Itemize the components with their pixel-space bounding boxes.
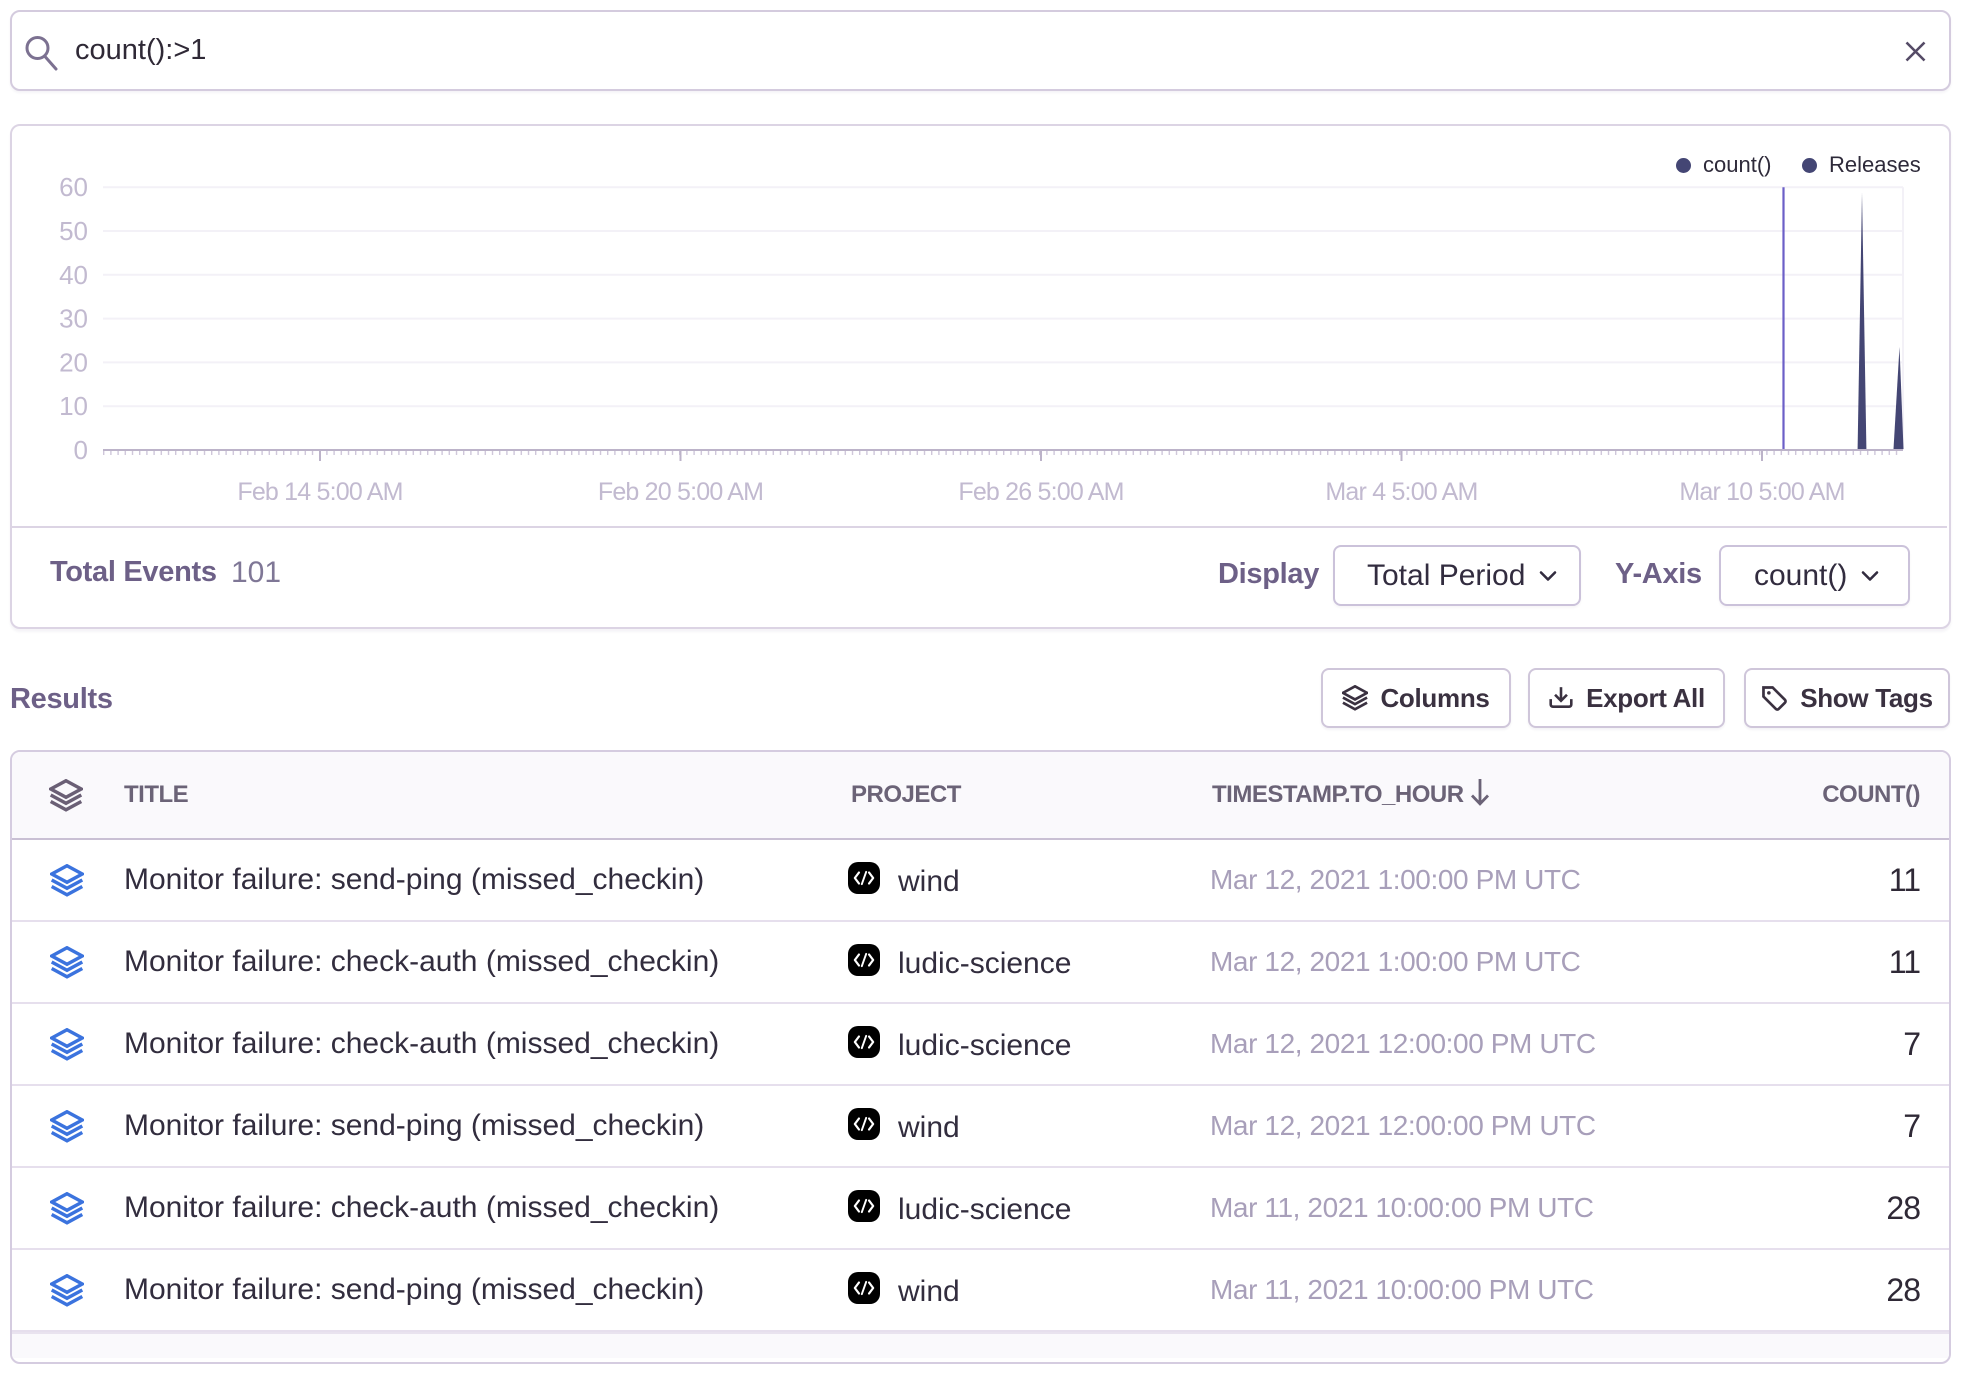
- svg-text:60: 60: [59, 172, 88, 202]
- svg-text:0: 0: [74, 435, 88, 465]
- svg-text:30: 30: [59, 304, 88, 334]
- svg-text:Mar 4 5:00 AM: Mar 4 5:00 AM: [1325, 478, 1477, 506]
- svg-text:Mar 10 5:00 AM: Mar 10 5:00 AM: [1679, 478, 1844, 506]
- svg-text:40: 40: [59, 260, 88, 290]
- svg-text:Feb 26 5:00 AM: Feb 26 5:00 AM: [958, 478, 1123, 506]
- svg-text:Feb 14 5:00 AM: Feb 14 5:00 AM: [237, 478, 402, 506]
- svg-text:10: 10: [59, 391, 88, 421]
- svg-text:50: 50: [59, 216, 88, 246]
- svg-text:Feb 20 5:00 AM: Feb 20 5:00 AM: [598, 478, 763, 506]
- svg-text:20: 20: [59, 347, 88, 377]
